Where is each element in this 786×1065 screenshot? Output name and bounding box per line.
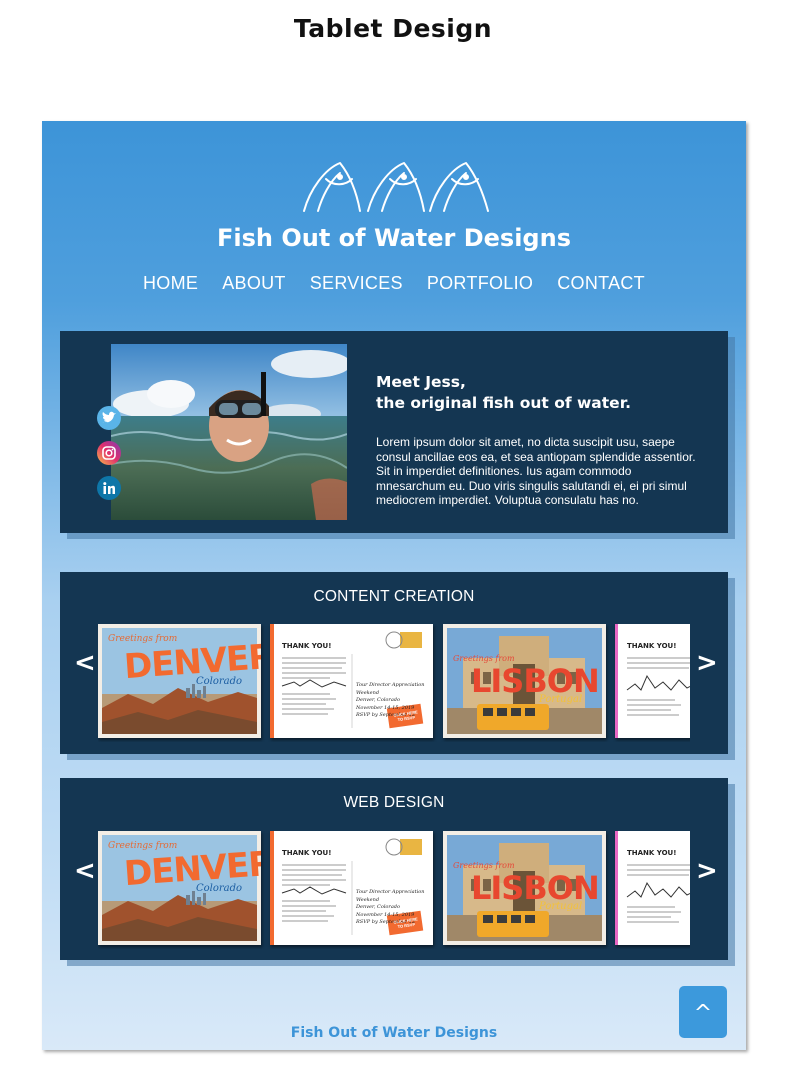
card-thank-you: THANK YOU! xyxy=(627,849,677,857)
card-region: Colorado xyxy=(196,883,243,894)
hero-photo xyxy=(111,344,347,520)
nav-portfolio[interactable]: PORTFOLIO xyxy=(415,273,545,294)
card-region: Portugal xyxy=(539,901,583,912)
card-place: Denver, Colorado xyxy=(356,904,401,910)
card-thank-you: THANK YOU! xyxy=(282,642,332,650)
linkedin-icon[interactable] xyxy=(97,476,121,500)
carousel-title: WEB DESIGN xyxy=(343,794,445,811)
hero-body: Lorem ipsum dolor sit amet, no dicta sus… xyxy=(376,435,696,507)
tablet-mockup-frame: Fish Out of Water Designs HOME ABOUT SER… xyxy=(42,121,746,1050)
nav-about[interactable]: ABOUT xyxy=(210,273,298,294)
carousel-prev-button[interactable]: < xyxy=(74,856,96,886)
nav-home[interactable]: HOME xyxy=(131,273,210,294)
portfolio-card-lisbon[interactable]: Greetings from LISBON Portugal xyxy=(443,624,606,738)
portfolio-card-thank-you-partial[interactable]: THANK YOU! xyxy=(615,831,690,945)
card-greeting: Greetings from xyxy=(108,841,178,851)
carousel-next-button[interactable]: > xyxy=(696,856,718,886)
card-greeting: Greetings from xyxy=(108,634,178,644)
content-creation-carousel: CONTENT CREATION < > Greetings from DENV… xyxy=(60,572,728,754)
hero-panel: Meet Jess, the original fish out of wate… xyxy=(60,331,728,533)
site-title: Fish Out of Water Designs xyxy=(217,224,571,252)
card-region: Portugal xyxy=(539,694,583,705)
twitter-icon[interactable] xyxy=(97,406,121,430)
web-design-carousel: WEB DESIGN < > Greetings from DENVER Col… xyxy=(60,778,728,960)
card-place: Denver, Colorado xyxy=(356,697,401,703)
portfolio-card-denver[interactable]: Greetings from DENVER Colorado xyxy=(98,624,261,738)
page-heading: Tablet Design xyxy=(293,14,493,43)
nav-services[interactable]: SERVICES xyxy=(298,273,415,294)
card-event: Tour Director Appreciation Weekend xyxy=(356,682,425,696)
carousel-track: Greetings from DENVER Colorado THANK YOU… xyxy=(98,831,690,949)
hero-heading: Meet Jess, the original fish out of wate… xyxy=(376,372,706,414)
hero-heading-line1: Meet Jess, xyxy=(376,373,466,391)
card-region: Colorado xyxy=(196,676,243,687)
instagram-icon[interactable] xyxy=(97,441,121,465)
fish-logo xyxy=(303,162,489,212)
nav-contact[interactable]: CONTACT xyxy=(545,273,657,294)
carousel-next-button[interactable]: > xyxy=(696,648,718,678)
portfolio-card-thank-you-partial[interactable]: THANK YOU! xyxy=(615,624,690,738)
scroll-to-top-button[interactable]: ^ xyxy=(679,986,727,1038)
portfolio-card-lisbon[interactable]: Greetings from LISBON Portugal xyxy=(443,831,606,945)
main-nav: HOME ABOUT SERVICES PORTFOLIO CONTACT xyxy=(42,273,746,294)
portfolio-card-thank-you[interactable]: THANK YOU! Tour Director Appreciation We… xyxy=(270,831,433,945)
card-thank-you: THANK YOU! xyxy=(627,642,677,650)
card-event: Tour Director Appreciation Weekend xyxy=(356,889,425,903)
carousel-track: Greetings from DENVER Colorado THANK YOU… xyxy=(98,624,690,742)
portfolio-card-denver[interactable]: Greetings from DENVER Colorado xyxy=(98,831,261,945)
carousel-title: CONTENT CREATION xyxy=(313,588,475,605)
footer-site-name[interactable]: Fish Out of Water Designs xyxy=(42,1025,746,1041)
carousel-prev-button[interactable]: < xyxy=(74,648,96,678)
card-thank-you: THANK YOU! xyxy=(282,849,332,857)
hero-heading-line2: the original fish out of water. xyxy=(376,394,632,412)
portfolio-card-thank-you[interactable]: THANK YOU! Tour Director Appreciation We… xyxy=(270,624,433,738)
